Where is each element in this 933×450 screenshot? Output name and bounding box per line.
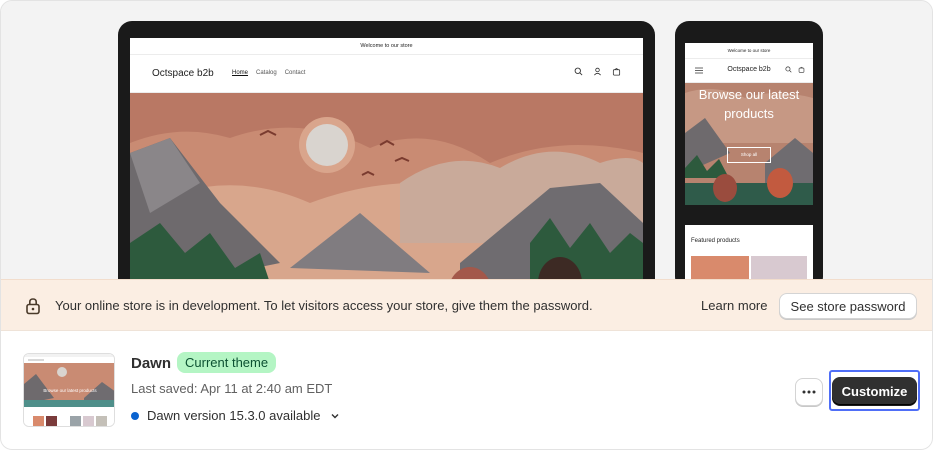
mobile-preview-screen: Welcome to our store Octspace b2b Browse…	[685, 43, 813, 293]
theme-thumbnail[interactable]: Browse our latest products	[23, 353, 115, 427]
theme-thumbnail-text: Browse our latest products	[43, 388, 97, 393]
update-available-dot	[131, 411, 139, 420]
mobile-announcement-bar: Welcome to our store	[685, 43, 813, 59]
announcement-bar: Welcome to our store	[130, 38, 643, 55]
lock-icon	[26, 298, 40, 315]
mobile-featured-heading: Featured products	[691, 238, 740, 244]
mobile-hero-heading: Browse our latest products	[685, 85, 813, 123]
desktop-preview-screen: Welcome to our store Octspace b2b Home C…	[130, 38, 643, 318]
mobile-hero-line-2: products	[724, 106, 774, 121]
online-store-theme-card: Welcome to our store Octspace b2b Home C…	[0, 0, 933, 450]
learn-more-link[interactable]: Learn more	[701, 298, 767, 313]
mobile-hero-line-1: Browse our latest	[698, 87, 800, 102]
banner-message: Your online store is in development. To …	[55, 298, 593, 313]
mobile-preview: Welcome to our store Octspace b2b Browse…	[675, 21, 823, 293]
nav-catalog: Catalog	[256, 70, 277, 76]
development-banner: Your online store is in development. To …	[1, 279, 932, 331]
header-icons	[574, 67, 621, 76]
mobile-header-icons	[785, 66, 805, 73]
current-theme-row: Browse our latest products Dawn Current …	[1, 331, 932, 449]
desktop-preview: Welcome to our store Octspace b2b Home C…	[118, 21, 655, 318]
store-nav: Home Catalog Contact	[232, 70, 305, 76]
see-store-password-button[interactable]: See store password	[779, 293, 917, 319]
nav-home: Home	[232, 70, 249, 76]
customize-button[interactable]: Customize	[832, 377, 917, 405]
account-icon	[594, 67, 601, 76]
theme-version-text: Dawn version 15.3.0 available	[147, 408, 321, 423]
nav-contact: Contact	[284, 70, 306, 76]
theme-actions-button[interactable]	[795, 378, 823, 406]
theme-thumbnail-image: Browse our latest products	[24, 354, 114, 426]
theme-preview: Welcome to our store Octspace b2b Home C…	[1, 1, 932, 318]
last-saved-text: Last saved: Apr 11 at 2:40 am EDT	[131, 381, 333, 396]
mobile-hero-footer	[685, 205, 813, 225]
store-brand: Octspace b2b	[152, 68, 214, 79]
ellipsis-icon	[802, 390, 816, 394]
cart-icon	[612, 68, 621, 76]
theme-name: Dawn	[131, 355, 172, 372]
mobile-shop-all-button: Shop all	[727, 147, 771, 163]
theme-version-dropdown[interactable]: Dawn version 15.3.0 available	[131, 408, 340, 423]
search-icon	[574, 67, 583, 76]
store-header: Octspace b2b Home Catalog Contact	[130, 55, 643, 93]
chevron-down-icon	[331, 413, 339, 418]
cart-icon	[798, 66, 805, 73]
mobile-store-header: Octspace b2b	[685, 59, 813, 83]
current-theme-badge: Current theme	[177, 352, 277, 373]
search-icon	[785, 66, 792, 73]
